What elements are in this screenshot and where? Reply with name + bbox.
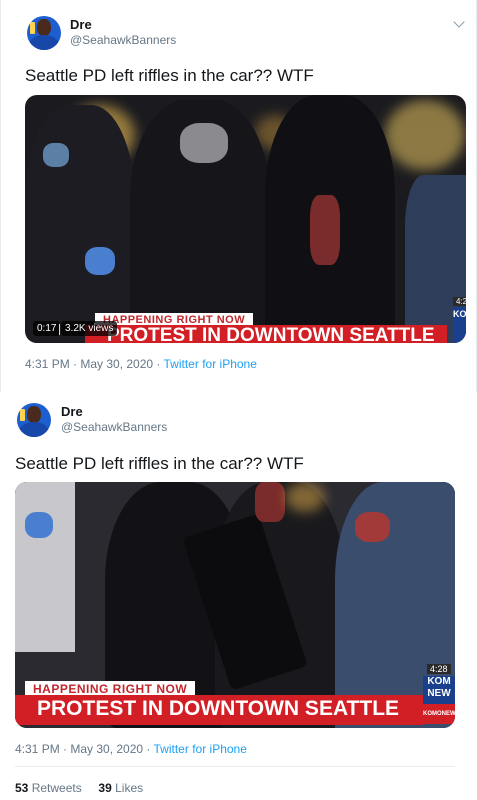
display-name[interactable]: Dre (61, 404, 83, 419)
tweet-video[interactable]: HAPPENING RIGHT NOW PROTEST IN DOWNTOWN … (15, 482, 455, 728)
station-sublabel: KOMONEWS (423, 704, 455, 724)
timestamp-text: 4:31 PM · May 30, 2020 · (15, 742, 154, 756)
source-link[interactable]: Twitter for iPhone (154, 742, 247, 756)
broadcast-clock: 4:28 (427, 664, 451, 674)
news-banner-headline: PROTEST IN DOWNTOWN SEATTLE (15, 695, 423, 725)
retweet-count[interactable]: 53 Retweets (15, 781, 82, 795)
tweet-card[interactable]: Dre @SeahawkBanners Seattle PD left riff… (0, 393, 477, 800)
display-name[interactable]: Dre (70, 17, 92, 32)
video-views: 3.2K views (61, 321, 118, 336)
user-handle[interactable]: @SeahawkBanners (61, 420, 167, 434)
like-count[interactable]: 39 Likes (98, 781, 143, 795)
tweet-text: Seattle PD left riffles in the car?? WTF (25, 66, 314, 85)
divider (15, 766, 455, 767)
tweet-text: Seattle PD left riffles in the car?? WTF (15, 454, 304, 473)
source-link[interactable]: Twitter for iPhone (164, 357, 257, 371)
chevron-down-icon[interactable] (453, 16, 465, 28)
tweet-card[interactable]: Dre @SeahawkBanners Seattle PD left riff… (0, 0, 477, 392)
tweet-stats: 53 Retweets 39 Likes (15, 781, 143, 795)
timestamp-text: 4:31 PM · May 30, 2020 · (25, 357, 164, 371)
video-frame (25, 95, 466, 343)
broadcast-clock: 4:2 (453, 297, 466, 306)
tweet-video[interactable]: HAPPENING RIGHT NOW PROTEST IN DOWNTOWN … (25, 95, 466, 343)
tweet-timestamp: 4:31 PM · May 30, 2020 · Twitter for iPh… (25, 357, 257, 371)
user-handle[interactable]: @SeahawkBanners (70, 33, 176, 47)
video-duration: 0:17 (33, 321, 61, 336)
station-logo: KO (453, 307, 466, 343)
avatar[interactable] (27, 16, 61, 50)
avatar[interactable] (17, 403, 51, 437)
tweet-timestamp: 4:31 PM · May 30, 2020 · Twitter for iPh… (15, 742, 247, 756)
news-banner-headline: PROTEST IN DOWNTOWN SEATTLE (85, 325, 447, 343)
station-logo: KOM NEW (423, 676, 455, 704)
